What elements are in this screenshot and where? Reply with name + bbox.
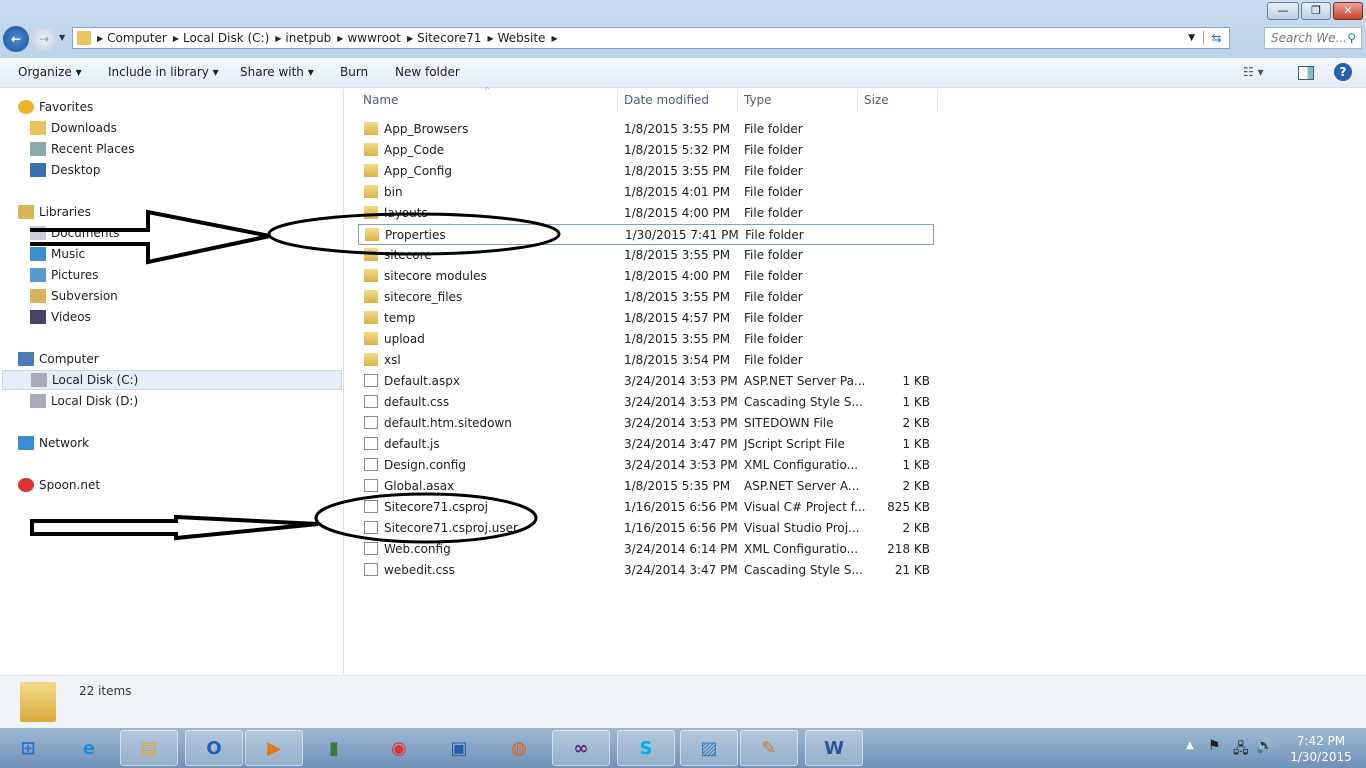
chrome-taskbar-icon[interactable]: ◉: [370, 730, 428, 766]
clock-date: 1/30/2015: [1290, 750, 1352, 764]
start-taskbar-icon[interactable]: ⊞: [4, 730, 52, 766]
remote-desktop-taskbar-icon[interactable]: ▣: [430, 730, 488, 766]
clock[interactable]: 7:42 PM 1/30/2015: [1286, 733, 1356, 765]
firefox-taskbar-icon[interactable]: ◍: [490, 730, 548, 766]
clock-time: 7:42 PM: [1296, 734, 1346, 748]
show-hidden-icons[interactable]: ▲: [1186, 740, 1194, 751]
visual-studio-taskbar-icon[interactable]: ∞: [552, 730, 610, 766]
item-count: 22 items: [79, 684, 132, 698]
annotation-overlay: [30, 209, 561, 544]
volume-icon[interactable]: 🔊: [1256, 738, 1273, 754]
annotation-ellipse-csproj: [314, 492, 538, 544]
app-installer-taskbar-icon[interactable]: ▮: [305, 730, 363, 766]
annotation-arrow-csproj: [30, 514, 319, 541]
annotation-arrow-properties: [30, 209, 271, 265]
photo-viewer-taskbar-icon[interactable]: ▨: [680, 730, 738, 766]
skype-taskbar-icon[interactable]: S: [617, 730, 675, 766]
network-tray-icon[interactable]: 🖧: [1233, 738, 1249, 762]
internet-explorer-taskbar-icon[interactable]: e: [60, 730, 118, 766]
outlook-taskbar-icon[interactable]: O: [185, 730, 243, 766]
taskbar: ▲ ⚑ 🖧 🔊 7:42 PM 1/30/2015 ⊞ e ▤ O ▶ ▮ ◉ ▣ ◍ ∞ S ▨ ✎ W: [0, 728, 1366, 768]
media-player-taskbar-icon[interactable]: ▶: [245, 730, 303, 766]
annotation-ellipse-properties: [267, 212, 561, 256]
file-explorer-taskbar-icon[interactable]: ▤: [120, 730, 178, 766]
paint-taskbar-icon[interactable]: ✎: [740, 730, 798, 766]
details-pane: 22 items: [0, 675, 1366, 728]
action-center-flag-icon[interactable]: ⚑: [1208, 738, 1221, 754]
folder-large-icon: [20, 682, 56, 722]
word-taskbar-icon[interactable]: W: [805, 730, 863, 766]
